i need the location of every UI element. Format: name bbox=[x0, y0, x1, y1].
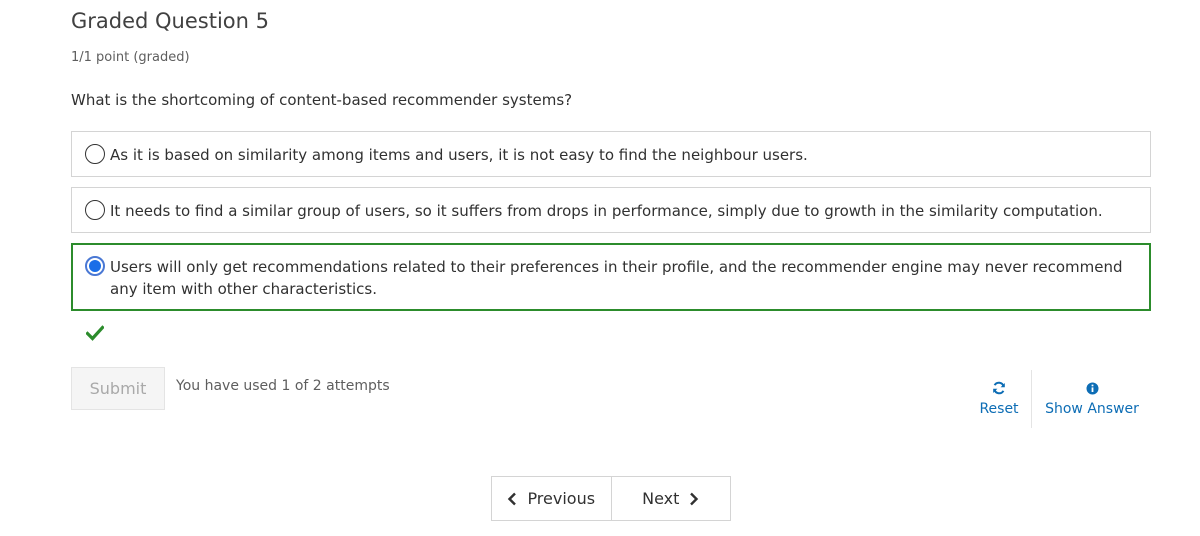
next-label: Next bbox=[642, 489, 680, 508]
actions-divider bbox=[1031, 370, 1032, 428]
previous-label: Previous bbox=[527, 489, 596, 508]
reset-button[interactable]: Reset bbox=[974, 380, 1024, 417]
reset-label: Reset bbox=[979, 401, 1019, 417]
points-label: 1/1 point (graded) bbox=[71, 50, 190, 65]
radio-button-2[interactable] bbox=[85, 200, 105, 220]
unit-navigation: Previous Next bbox=[491, 476, 731, 521]
choice-option-3[interactable]: Users will only get recommendations rela… bbox=[71, 243, 1151, 311]
choice-label-2: It needs to find a similar group of user… bbox=[110, 202, 1103, 220]
attempts-text: You have used 1 of 2 attempts bbox=[176, 378, 390, 394]
choice-option-2[interactable]: It needs to find a similar group of user… bbox=[71, 187, 1151, 233]
radio-button-1[interactable] bbox=[85, 144, 105, 164]
chevron-right-icon bbox=[690, 492, 699, 505]
submit-button[interactable]: Submit bbox=[71, 367, 165, 410]
chevron-left-icon bbox=[508, 492, 517, 505]
checkmark-icon bbox=[86, 325, 104, 341]
previous-button[interactable]: Previous bbox=[492, 477, 612, 520]
question-title: Graded Question 5 bbox=[71, 9, 269, 33]
refresh-icon bbox=[992, 380, 1006, 396]
next-button[interactable]: Next bbox=[612, 477, 731, 520]
info-icon bbox=[1086, 380, 1099, 396]
problem-page: Graded Question 5 1/1 point (graded) Wha… bbox=[0, 0, 1200, 536]
choice-label-1: As it is based on similarity among items… bbox=[110, 146, 808, 164]
radio-button-3[interactable] bbox=[85, 256, 105, 276]
choice-option-1[interactable]: As it is based on similarity among items… bbox=[71, 131, 1151, 177]
show-answer-label: Show Answer bbox=[1045, 401, 1139, 417]
choice-label-3: Users will only get recommendations rela… bbox=[110, 258, 1123, 298]
question-prompt: What is the shortcoming of content-based… bbox=[71, 91, 573, 109]
show-answer-button[interactable]: Show Answer bbox=[1042, 380, 1142, 417]
